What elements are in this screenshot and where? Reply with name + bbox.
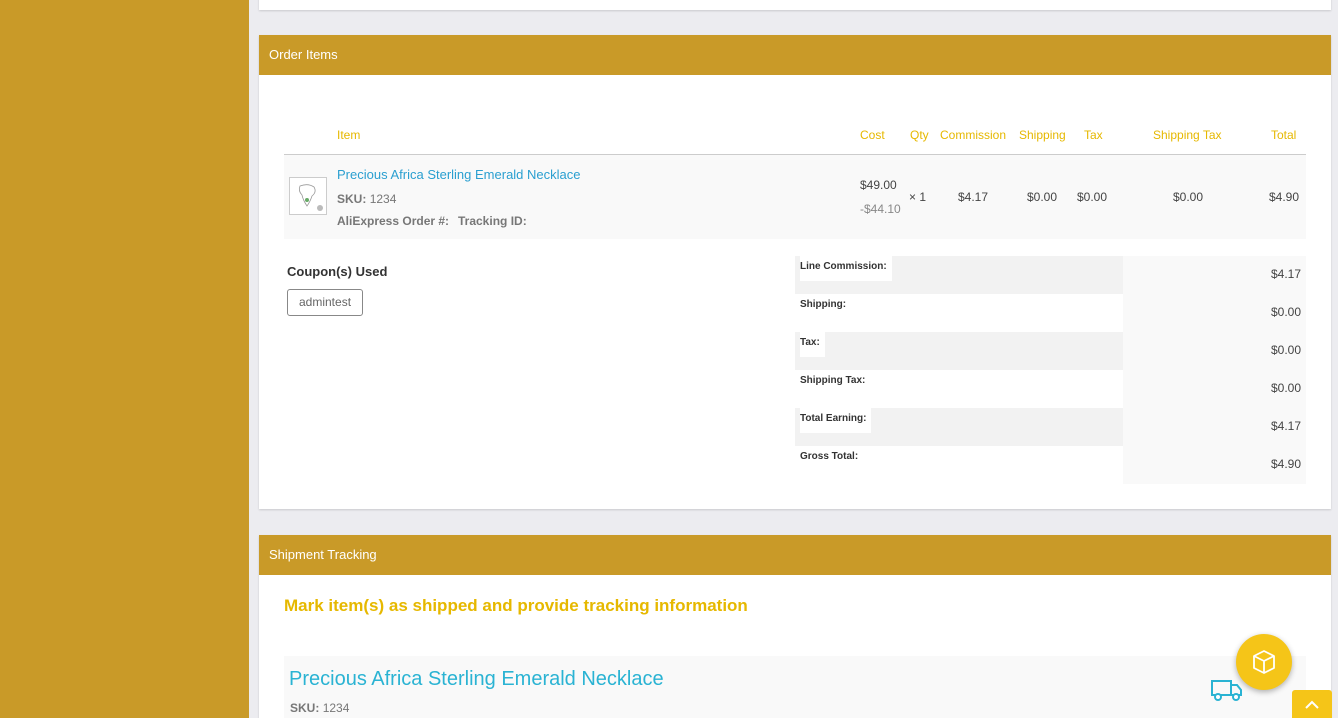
summary-label: Shipping Tax: [800, 370, 871, 395]
summary-value: $4.17 [1270, 419, 1301, 433]
order-items-panel: Order Items Item Cost Qty Commission Shi… [259, 35, 1331, 509]
item-shipping-tax: $0.00 [1173, 190, 1204, 204]
shipment-sku-value: 1234 [322, 701, 350, 715]
order-items-header: Order Items [259, 35, 1331, 75]
product-thumbnail[interactable] [289, 177, 327, 215]
shipment-sku-label: SKU: [290, 701, 320, 715]
col-total: Total [1271, 128, 1297, 142]
item-tax: $0.00 [1077, 190, 1108, 204]
col-cost: Cost [860, 128, 885, 142]
sidebar [0, 0, 249, 718]
summary-value: $0.00 [1270, 381, 1301, 395]
summary-value: $0.00 [1270, 305, 1301, 319]
summary-label: Gross Total: [800, 446, 864, 471]
col-shipping: Shipping [1019, 128, 1066, 142]
col-shipping-tax: Shipping Tax [1153, 128, 1222, 142]
coupon-badge[interactable]: admintest [287, 289, 364, 316]
item-commission: $4.17 [958, 190, 989, 204]
col-item: Item [337, 128, 361, 142]
summary-row: Total Earning: $4.17 [795, 408, 1306, 446]
tracking-id-label: Tracking ID: [458, 214, 527, 228]
previous-panel [259, 0, 1331, 10]
shipment-instructions: Mark item(s) as shipped and provide trac… [284, 596, 748, 615]
summary-row: Tax: $0.00 [795, 332, 1306, 370]
item-cost: $49.00 [860, 178, 897, 192]
shipment-tracking-panel: Shipment Tracking Mark item(s) as shippe… [259, 535, 1331, 718]
aliexpress-order-label: AliExpress Order #: [337, 214, 450, 228]
summary-value: $0.00 [1270, 343, 1301, 357]
summary-row: Gross Total: $4.90 [795, 446, 1306, 484]
summary-row: Shipping: $0.00 [795, 294, 1306, 332]
shipment-tracking-header: Shipment Tracking [259, 535, 1331, 575]
item-total: $4.90 [1269, 190, 1300, 204]
sku-value: 1234 [369, 192, 397, 206]
item-shipping: $0.00 [1027, 190, 1058, 204]
summary-row: Line Commission: $4.17 [795, 256, 1306, 294]
sku-line: SKU: 1234 [337, 192, 396, 206]
box-icon[interactable] [1236, 634, 1292, 690]
item-qty: × 1 [909, 190, 927, 204]
coupons-title: Coupon(s) Used [287, 264, 388, 279]
truck-icon[interactable] [1210, 676, 1244, 707]
col-commission: Commission [940, 128, 1007, 142]
summary-label: Tax: [800, 332, 825, 357]
summary-label: Line Commission: [800, 256, 892, 281]
item-discount: -$44.10 [860, 202, 901, 216]
shipment-item: Precious Africa Sterling Emerald Necklac… [284, 656, 1306, 718]
summary-row: Shipping Tax: $0.00 [795, 370, 1306, 408]
order-item-row: Precious Africa Sterling Emerald Necklac… [284, 155, 1306, 239]
sku-label: SKU: [337, 192, 367, 206]
product-link[interactable]: Precious Africa Sterling Emerald Necklac… [337, 167, 581, 182]
summary-value: $4.17 [1270, 267, 1301, 281]
shipment-sku: SKU: 1234 [290, 701, 349, 715]
col-qty: Qty [910, 128, 929, 142]
chevron-up-icon[interactable] [1292, 690, 1332, 718]
summary-label: Total Earning: [800, 408, 872, 433]
summary-label: Shipping: [800, 294, 852, 319]
col-tax: Tax [1084, 128, 1103, 142]
summary-value: $4.90 [1270, 457, 1301, 471]
shipment-product-link[interactable]: Precious Africa Sterling Emerald Necklac… [289, 668, 664, 691]
